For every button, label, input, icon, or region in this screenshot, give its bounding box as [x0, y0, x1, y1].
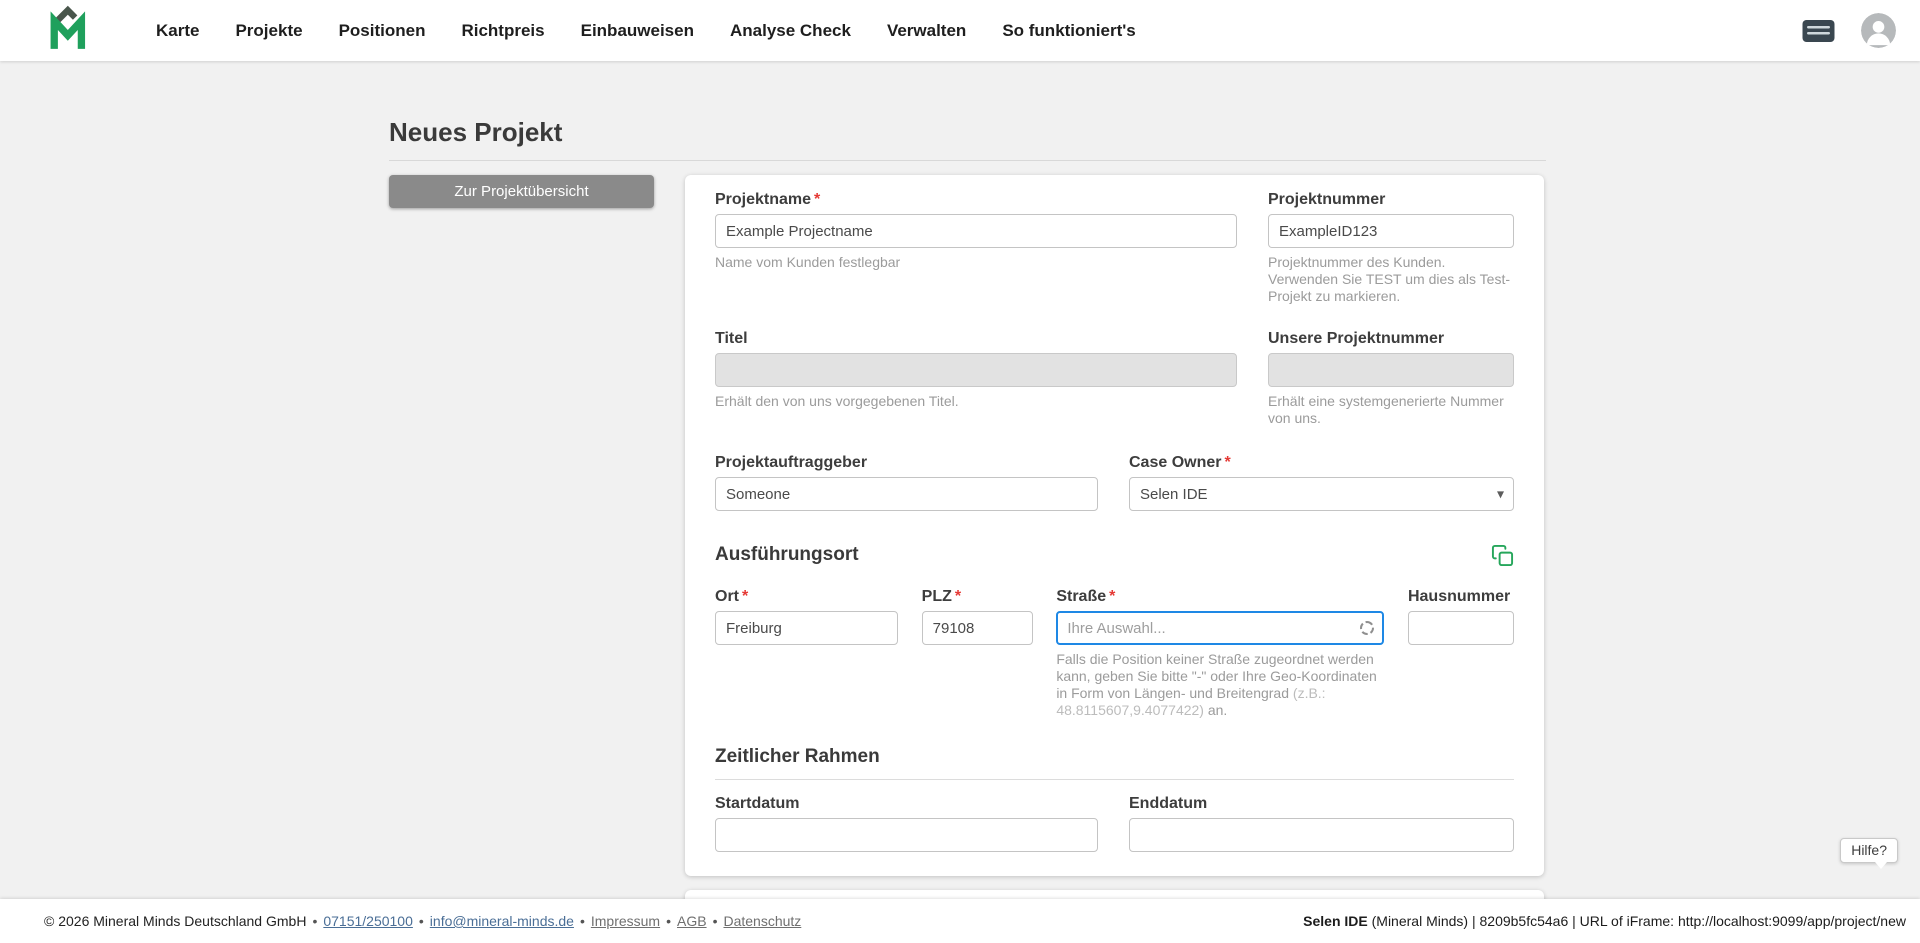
nav-item-so-funktionierts[interactable]: So funktioniert's — [984, 0, 1153, 61]
footer-copyright: © 2026 Mineral Minds Deutschland GmbH — [44, 913, 306, 929]
separator: • — [666, 913, 671, 929]
projektauftraggeber-label: Projektauftraggeber — [715, 453, 1098, 472]
hilfe-button[interactable]: Hilfe? — [1840, 838, 1898, 863]
navbar-right — [1802, 13, 1896, 48]
footer-session-info: Selen IDE (Mineral Minds) | 8209b5fc54a6… — [1303, 913, 1906, 929]
copy-icon[interactable] — [1491, 544, 1514, 567]
nav-item-einbauweisen[interactable]: Einbauweisen — [563, 0, 712, 61]
required-asterisk: * — [742, 588, 748, 605]
footer-link-impressum[interactable]: Impressum — [591, 913, 660, 929]
mineral-minds-logo[interactable] — [46, 5, 98, 56]
footer-link-datenschutz[interactable]: Datenschutz — [723, 913, 801, 929]
startdatum-input[interactable] — [715, 818, 1098, 852]
projektname-label: Projektname* — [715, 190, 1237, 209]
required-asterisk: * — [814, 191, 820, 208]
unsere-projektnummer-field: Unsere Projektnummer Erhält eine systemg… — [1268, 329, 1514, 427]
titel-field: Titel Erhält den von uns vorgegebenen Ti… — [715, 329, 1237, 410]
projektauftraggeber-input[interactable] — [715, 477, 1098, 511]
projektnummer-helper: Projektnummer des Kunden. Verwenden Sie … — [1268, 254, 1514, 305]
nav-item-projekte[interactable]: Projekte — [217, 0, 320, 61]
titel-label: Titel — [715, 329, 1237, 348]
hausnummer-label: Hausnummer — [1408, 587, 1514, 606]
required-asterisk: * — [955, 588, 961, 605]
plz-field: PLZ* — [922, 587, 1033, 645]
case-owner-label: Case Owner* — [1129, 453, 1514, 472]
footer-link-agb[interactable]: AGB — [677, 913, 707, 929]
hausnummer-input[interactable] — [1408, 611, 1514, 645]
projektname-input[interactable] — [715, 214, 1237, 248]
enddatum-input[interactable] — [1129, 818, 1514, 852]
strasse-label: Straße* — [1056, 587, 1384, 606]
unsere-projektnummer-input — [1268, 353, 1514, 387]
nav-item-verwalten[interactable]: Verwalten — [869, 0, 984, 61]
left-column: Zur Projektübersicht — [389, 175, 654, 208]
strasse-input[interactable] — [1056, 611, 1384, 645]
new-project-form-card: Projektname* Name vom Kunden festlegbar … — [685, 175, 1544, 876]
zeitlicher-rahmen-heading: Zeitlicher Rahmen — [715, 745, 880, 769]
case-owner-selected-value: Selen IDE — [1140, 486, 1208, 503]
chevron-down-icon: ▾ — [1497, 486, 1504, 503]
nav-item-positionen[interactable]: Positionen — [321, 0, 444, 61]
separator: • — [419, 913, 424, 929]
unsere-projektnummer-label: Unsere Projektnummer — [1268, 329, 1514, 348]
main-navigation: Karte Projekte Positionen Richtpreis Ein… — [138, 0, 1154, 61]
strasse-helper: Falls die Position keiner Straße zugeord… — [1056, 651, 1384, 719]
page-container: Neues Projekt Zur Projektübersicht Proje… — [389, 61, 1546, 918]
required-asterisk: * — [1109, 588, 1115, 605]
server-icon[interactable] — [1802, 19, 1835, 43]
titel-helper: Erhält den von uns vorgegebenen Titel. — [715, 393, 1237, 410]
projektnummer-field: Projektnummer Projektnummer des Kunden. … — [1268, 190, 1514, 305]
projektauftraggeber-field: Projektauftraggeber — [715, 453, 1098, 511]
section-divider — [715, 779, 1514, 780]
page-title: Neues Projekt — [389, 61, 1546, 161]
back-to-project-overview-button[interactable]: Zur Projektübersicht — [389, 175, 654, 208]
nav-item-richtpreis[interactable]: Richtpreis — [443, 0, 562, 61]
hausnummer-field: Hausnummer — [1408, 587, 1514, 645]
footer-phone-link[interactable]: 07151/250100 — [323, 913, 413, 929]
required-asterisk: * — [1224, 454, 1230, 471]
ort-label: Ort* — [715, 587, 898, 606]
ausfuehrungsort-heading: Ausführungsort — [715, 543, 859, 567]
footer-session-details: (Mineral Minds) | 8209b5fc54a6 | URL of … — [1368, 913, 1906, 929]
unsere-projektnummer-helper: Erhält eine systemgenerierte Nummer von … — [1268, 393, 1514, 427]
ort-input[interactable] — [715, 611, 898, 645]
footer: © 2026 Mineral Minds Deutschland GmbH • … — [0, 899, 1920, 943]
projektname-field: Projektname* Name vom Kunden festlegbar — [715, 190, 1237, 271]
projektname-helper: Name vom Kunden festlegbar — [715, 254, 1237, 271]
footer-left: © 2026 Mineral Minds Deutschland GmbH • … — [44, 913, 801, 929]
projektnummer-label: Projektnummer — [1268, 190, 1514, 209]
case-owner-select[interactable]: Selen IDE ▾ — [1129, 477, 1514, 511]
case-owner-field: Case Owner* Selen IDE ▾ — [1129, 453, 1514, 511]
nav-item-analyse-check[interactable]: Analyse Check — [712, 0, 869, 61]
footer-email-link[interactable]: info@mineral-minds.de — [430, 913, 574, 929]
plz-label: PLZ* — [922, 587, 1033, 606]
ort-field: Ort* — [715, 587, 898, 645]
plz-input[interactable] — [922, 611, 1033, 645]
projektnummer-input[interactable] — [1268, 214, 1514, 248]
separator: • — [713, 913, 718, 929]
nav-item-karte[interactable]: Karte — [138, 0, 217, 61]
separator: • — [580, 913, 585, 929]
startdatum-field: Startdatum — [715, 794, 1098, 852]
navbar: Karte Projekte Positionen Richtpreis Ein… — [0, 0, 1920, 61]
footer-session-user: Selen IDE — [1303, 913, 1368, 929]
strasse-field: Straße* Falls die Position keiner Straße… — [1056, 587, 1384, 719]
startdatum-label: Startdatum — [715, 794, 1098, 813]
enddatum-label: Enddatum — [1129, 794, 1514, 813]
user-avatar[interactable] — [1861, 13, 1896, 48]
logo-icon — [46, 5, 98, 56]
titel-input — [715, 353, 1237, 387]
enddatum-field: Enddatum — [1129, 794, 1514, 852]
separator: • — [312, 913, 317, 929]
